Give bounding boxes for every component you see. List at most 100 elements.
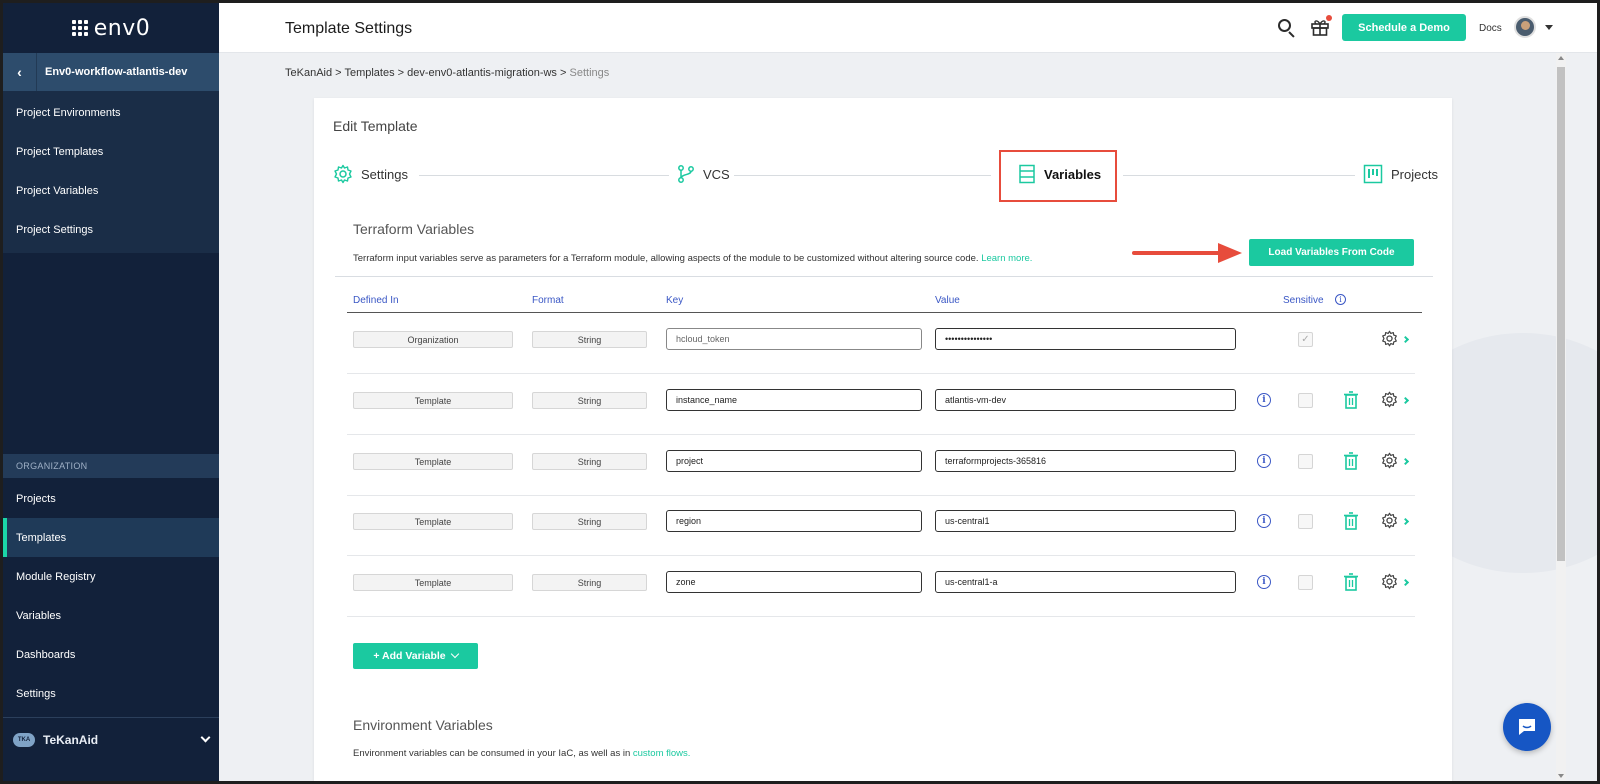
table-row: Template String instance_name atlantis-v… [347,375,1415,435]
variables-table-header: Defined In Format Key Value Sensitive i [347,293,1422,311]
sidebar-item-label: Projects [16,492,56,505]
format-badge: String [532,574,647,591]
scrollbar-thumb[interactable] [1557,67,1565,561]
gear-icon[interactable] [1381,330,1398,347]
sensitive-checkbox[interactable] [1298,514,1313,529]
breadcrumb-item-org[interactable]: TeKanAid [285,67,332,79]
breadcrumb-separator: > [560,67,567,79]
sidebar-item-dashboards[interactable]: Dashboards [3,635,219,674]
environment-variables-description: Environment variables can be consumed in… [353,748,690,759]
sidebar-item-module-registry[interactable]: Module Registry [3,557,219,596]
project-menu: Project Environments Project Templates P… [3,91,219,253]
sensitive-checkbox[interactable] [1298,454,1313,469]
add-variable-button[interactable]: + Add Variable [353,643,478,669]
avatar[interactable] [1514,16,1536,38]
chevron-right-icon[interactable] [1401,578,1410,587]
step-label: Projects [1391,166,1438,182]
chat-support-button[interactable] [1503,703,1551,751]
key-input[interactable]: hcloud_token [666,328,922,350]
gear-icon[interactable] [1381,573,1398,590]
docs-link[interactable]: Docs [1479,23,1502,34]
schedule-demo-button[interactable]: Schedule a Demo [1342,14,1466,41]
key-input[interactable]: region [666,510,922,532]
step-connector [725,175,991,176]
sidebar-item-project-settings[interactable]: Project Settings [3,210,219,249]
value-input[interactable]: us-central1 [935,510,1236,532]
info-icon[interactable]: i [1257,454,1271,468]
project-selector[interactable]: ‹ Env0-workflow-atlantis-dev [3,53,219,91]
key-input[interactable]: instance_name [666,389,922,411]
sidebar: env0 ‹ Env0-workflow-atlantis-dev Projec… [3,3,219,781]
breadcrumb-item-templates[interactable]: Templates [344,67,394,79]
org-switcher[interactable]: TKA TeKanAid [3,717,219,762]
learn-more-link[interactable]: Learn more. [981,253,1032,264]
sensitive-checkbox[interactable] [1298,393,1313,408]
step-vcs[interactable]: VCS [673,164,734,184]
trash-icon[interactable] [1343,512,1359,530]
value-input[interactable]: atlantis-vm-dev [935,389,1236,411]
sidebar-item-templates[interactable]: Templates [3,518,219,557]
sensitive-checkbox[interactable]: ✓ [1298,332,1313,347]
trash-icon[interactable] [1343,391,1359,409]
page-scrollbar[interactable] [1556,53,1566,781]
sidebar-item-project-templates[interactable]: Project Templates [3,132,219,171]
caret-down-icon[interactable] [1545,25,1553,30]
value-input[interactable]: terraformprojects-365816 [935,450,1236,472]
trash-icon[interactable] [1343,452,1359,470]
chevron-right-icon[interactable] [1401,396,1410,405]
terraform-variables-description: Terraform input variables serve as param… [353,253,1032,264]
value-input[interactable]: ••••••••••••••• [935,328,1236,350]
logo-text: env0 [93,15,151,41]
value-input[interactable]: us-central1-a [935,571,1236,593]
step-connector [419,175,669,176]
scroll-down-icon[interactable] [1558,774,1564,778]
breadcrumb-item-template[interactable]: dev-env0-atlantis-migration-ws [407,67,557,79]
env0-logo[interactable]: env0 [3,3,219,53]
custom-flows-link[interactable]: custom flows. [633,748,691,759]
chevron-right-icon[interactable] [1401,457,1410,466]
sidebar-item-label: Project Variables [16,184,99,197]
step-projects[interactable]: Projects [1359,164,1442,184]
defined-in-badge: Template [353,574,513,591]
chevron-right-icon[interactable] [1401,517,1410,526]
sensitive-info-icon[interactable]: i [1335,294,1346,305]
step-label: Settings [361,166,408,182]
project-name: Env0-workflow-atlantis-dev [45,66,188,78]
info-icon[interactable]: i [1257,575,1271,589]
logo-icon [71,20,88,36]
card-title: Edit Template [333,118,418,134]
sensitive-checkbox[interactable] [1298,575,1313,590]
load-variables-from-code-button[interactable]: Load Variables From Code [1249,239,1414,266]
key-input[interactable]: project [666,450,922,472]
org-section-header: ORGANIZATION [3,454,219,478]
back-arrow-icon[interactable]: ‹ [3,53,37,91]
sidebar-item-projects[interactable]: Projects [3,479,219,518]
sidebar-item-project-variables[interactable]: Project Variables [3,171,219,210]
section-divider [335,276,1433,277]
breadcrumb-separator: > [397,67,405,79]
gear-icon[interactable] [1381,512,1398,529]
org-name: TeKanAid [43,733,99,747]
sidebar-item-variables[interactable]: Variables [3,596,219,635]
sidebar-item-project-environments[interactable]: Project Environments [3,93,219,132]
gear-icon[interactable] [1381,391,1398,408]
sidebar-item-settings[interactable]: Settings [3,674,219,713]
step-settings[interactable]: Settings [329,164,412,184]
sidebar-item-label: Project Settings [16,223,94,236]
info-icon[interactable]: i [1257,514,1271,528]
chevron-right-icon[interactable] [1401,335,1410,344]
sidebar-item-label: Project Templates [16,145,104,158]
scroll-up-icon[interactable] [1558,56,1564,60]
edit-template-card: Edit Template Settings VCS Variables Pro… [314,98,1452,781]
search-icon[interactable] [1278,19,1295,38]
gear-icon[interactable] [1381,452,1398,469]
projects-icon [1363,164,1383,184]
trash-icon[interactable] [1343,573,1359,591]
branch-icon [678,165,694,183]
info-icon[interactable]: i [1257,393,1271,407]
org-logo: TKA [13,733,35,747]
key-input[interactable]: zone [666,571,922,593]
defined-in-badge: Organization [353,331,513,348]
column-header-defined-in: Defined In [353,295,399,306]
chevron-down-icon [450,649,459,659]
